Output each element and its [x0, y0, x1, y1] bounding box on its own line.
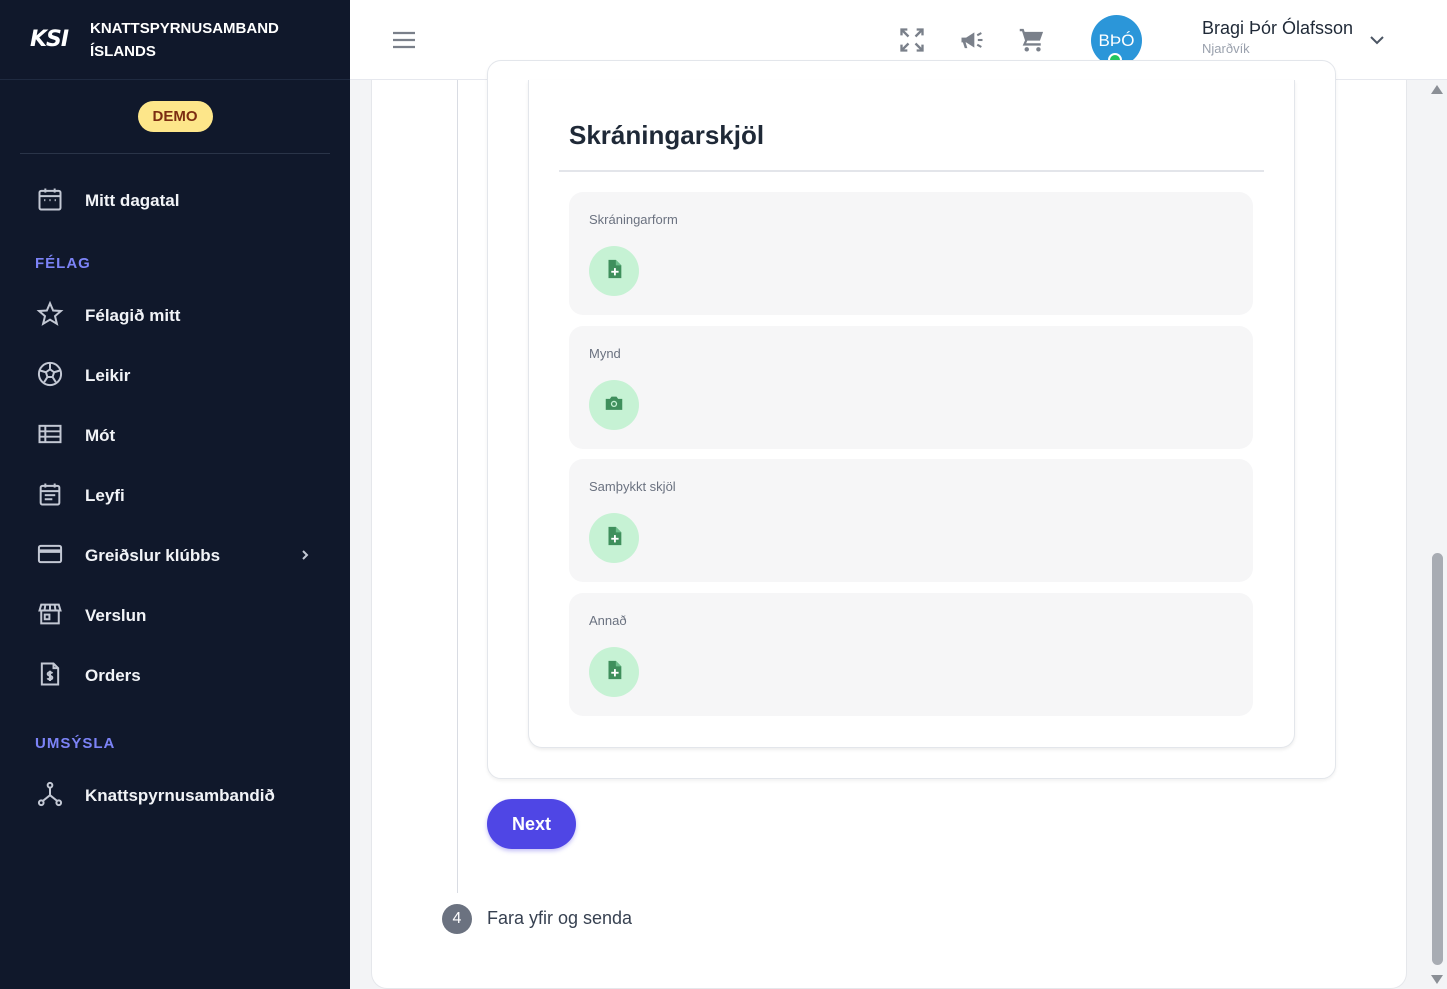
sidebar-item-label: Greiðslur klúbbs	[85, 546, 221, 565]
sidebar-item-store[interactable]: Verslun	[0, 596, 350, 636]
document-row-photo: Mynd	[569, 326, 1253, 449]
fullscreen-icon[interactable]	[898, 26, 926, 54]
documents-card-title: Skráningarskjöl	[569, 120, 765, 150]
sidebar-item-licenses[interactable]: Leyfi	[0, 476, 350, 516]
ksi-logo[interactable]: KSI	[30, 27, 90, 52]
upload-photo-button[interactable]	[589, 380, 639, 430]
card-divider	[559, 170, 1264, 172]
upload-approved-documents-button[interactable]	[589, 513, 639, 563]
step-label[interactable]: Fara yfir og senda	[487, 908, 632, 929]
license-document-icon	[36, 480, 64, 513]
shopping-cart-icon[interactable]	[1018, 26, 1046, 54]
scroll-up-arrow-icon[interactable]	[1431, 85, 1443, 94]
sidebar-item-calendar[interactable]: Mitt dagatal	[0, 181, 350, 221]
sidebar-item-payments[interactable]: Greiðslur klúbbs	[0, 536, 350, 576]
file-plus-icon	[603, 659, 625, 686]
sidebar-item-label: Félagið mitt	[85, 306, 181, 325]
sidebar-item-federation[interactable]: Knattspyrnusambandið	[0, 776, 350, 816]
sidebar-item-label: Knattspyrnusambandið	[85, 786, 275, 805]
calendar-icon	[36, 185, 64, 218]
brand-name: KNATTSPYRNUSAMBAND ÍSLANDS	[90, 17, 279, 63]
sidebar: KSI KNATTSPYRNUSAMBAND ÍSLANDS DEMO Mitt…	[0, 0, 350, 989]
sidebar-item-label: Verslun	[85, 606, 147, 625]
megaphone-icon[interactable]	[958, 26, 986, 54]
sidebar-item-label: Leyfi	[85, 486, 125, 505]
section-title-club: FÉLAG	[35, 255, 91, 272]
scrollbar-thumb[interactable]	[1432, 553, 1443, 965]
invoice-dollar-icon	[36, 660, 64, 693]
document-row-label: Samþykkt skjöl	[589, 479, 676, 494]
chevron-down-icon[interactable]	[1368, 31, 1386, 49]
star-icon	[36, 300, 64, 333]
credit-card-icon	[36, 540, 64, 573]
table-list-icon	[36, 420, 64, 453]
sidebar-item-label: Leikir	[85, 366, 131, 385]
soccer-ball-icon	[36, 360, 64, 393]
sidebar-item-orders[interactable]: Orders	[0, 656, 350, 696]
user-name[interactable]: Bragi Þór Ólafsson	[1202, 18, 1353, 39]
next-button[interactable]: Next	[487, 799, 576, 849]
document-row-label: Skráningarform	[589, 212, 678, 227]
chevron-right-icon	[298, 548, 312, 562]
step-number-badge: 4	[442, 904, 472, 934]
sidebar-item-games[interactable]: Leikir	[0, 356, 350, 396]
brand-name-line1: KNATTSPYRNUSAMBAND	[90, 19, 279, 37]
stepper-line	[457, 80, 458, 893]
upload-other-button[interactable]	[589, 647, 639, 697]
file-plus-icon	[603, 258, 625, 285]
storefront-icon	[36, 600, 64, 633]
hamburger-menu-icon[interactable]	[392, 28, 416, 52]
camera-icon	[603, 392, 625, 419]
sidebar-item-label: Orders	[85, 666, 141, 685]
hierarchy-icon	[36, 780, 64, 813]
sidebar-item-label: Mitt dagatal	[85, 191, 180, 210]
file-plus-icon	[603, 525, 625, 552]
document-row-registration-form: Skráningarform	[569, 192, 1253, 315]
document-row-label: Annað	[589, 613, 627, 628]
document-row-other: Annað	[569, 593, 1253, 716]
sidebar-item-label: Mót	[85, 426, 116, 445]
document-row-approved-documents: Samþykkt skjöl	[569, 459, 1253, 582]
brand-name-line2: ÍSLANDS	[90, 42, 156, 60]
demo-badge: DEMO	[137, 101, 213, 132]
sidebar-item-club[interactable]: Félagið mitt	[0, 296, 350, 336]
document-row-label: Mynd	[589, 346, 621, 361]
scroll-down-arrow-icon[interactable]	[1431, 975, 1443, 984]
brand-header: KSI KNATTSPYRNUSAMBAND ÍSLANDS	[0, 0, 350, 80]
sidebar-item-tournaments[interactable]: Mót	[0, 416, 350, 456]
upload-registration-form-button[interactable]	[589, 246, 639, 296]
user-club: Njarðvík	[1202, 41, 1250, 56]
demo-wrap: DEMO	[20, 80, 330, 154]
section-title-admin: UMSÝSLA	[35, 735, 116, 752]
